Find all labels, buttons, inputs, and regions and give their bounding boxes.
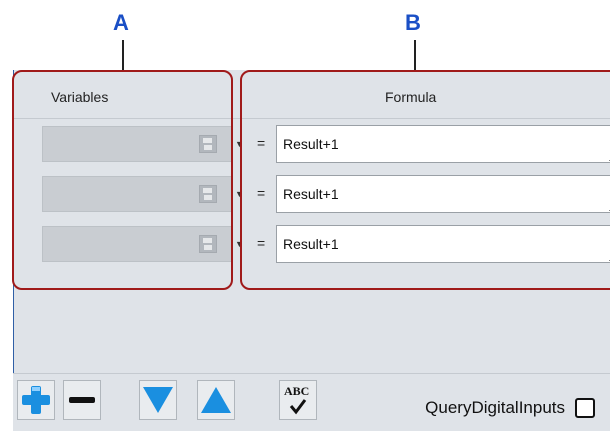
- add-button[interactable]: [17, 380, 55, 420]
- move-up-button[interactable]: [197, 380, 235, 420]
- region-a-highlight: [12, 70, 233, 290]
- move-up-icon: [201, 387, 231, 413]
- spellcheck-button[interactable]: ABC: [279, 380, 317, 420]
- add-icon: [22, 386, 50, 414]
- remove-icon: [69, 397, 95, 403]
- query-digital-inputs-checkbox[interactable]: [575, 398, 595, 418]
- remove-button[interactable]: [63, 380, 101, 420]
- query-digital-inputs-label: QueryDigitalInputs: [425, 398, 565, 417]
- checkmark-icon: [289, 399, 307, 415]
- bottom-toolbar: ABC QueryDigitalInputs: [13, 373, 610, 431]
- move-down-icon: [143, 387, 173, 413]
- callout-a: A: [113, 10, 129, 35]
- region-b-highlight: [240, 70, 610, 290]
- move-down-button[interactable]: [139, 380, 177, 420]
- callout-b: B: [405, 10, 421, 35]
